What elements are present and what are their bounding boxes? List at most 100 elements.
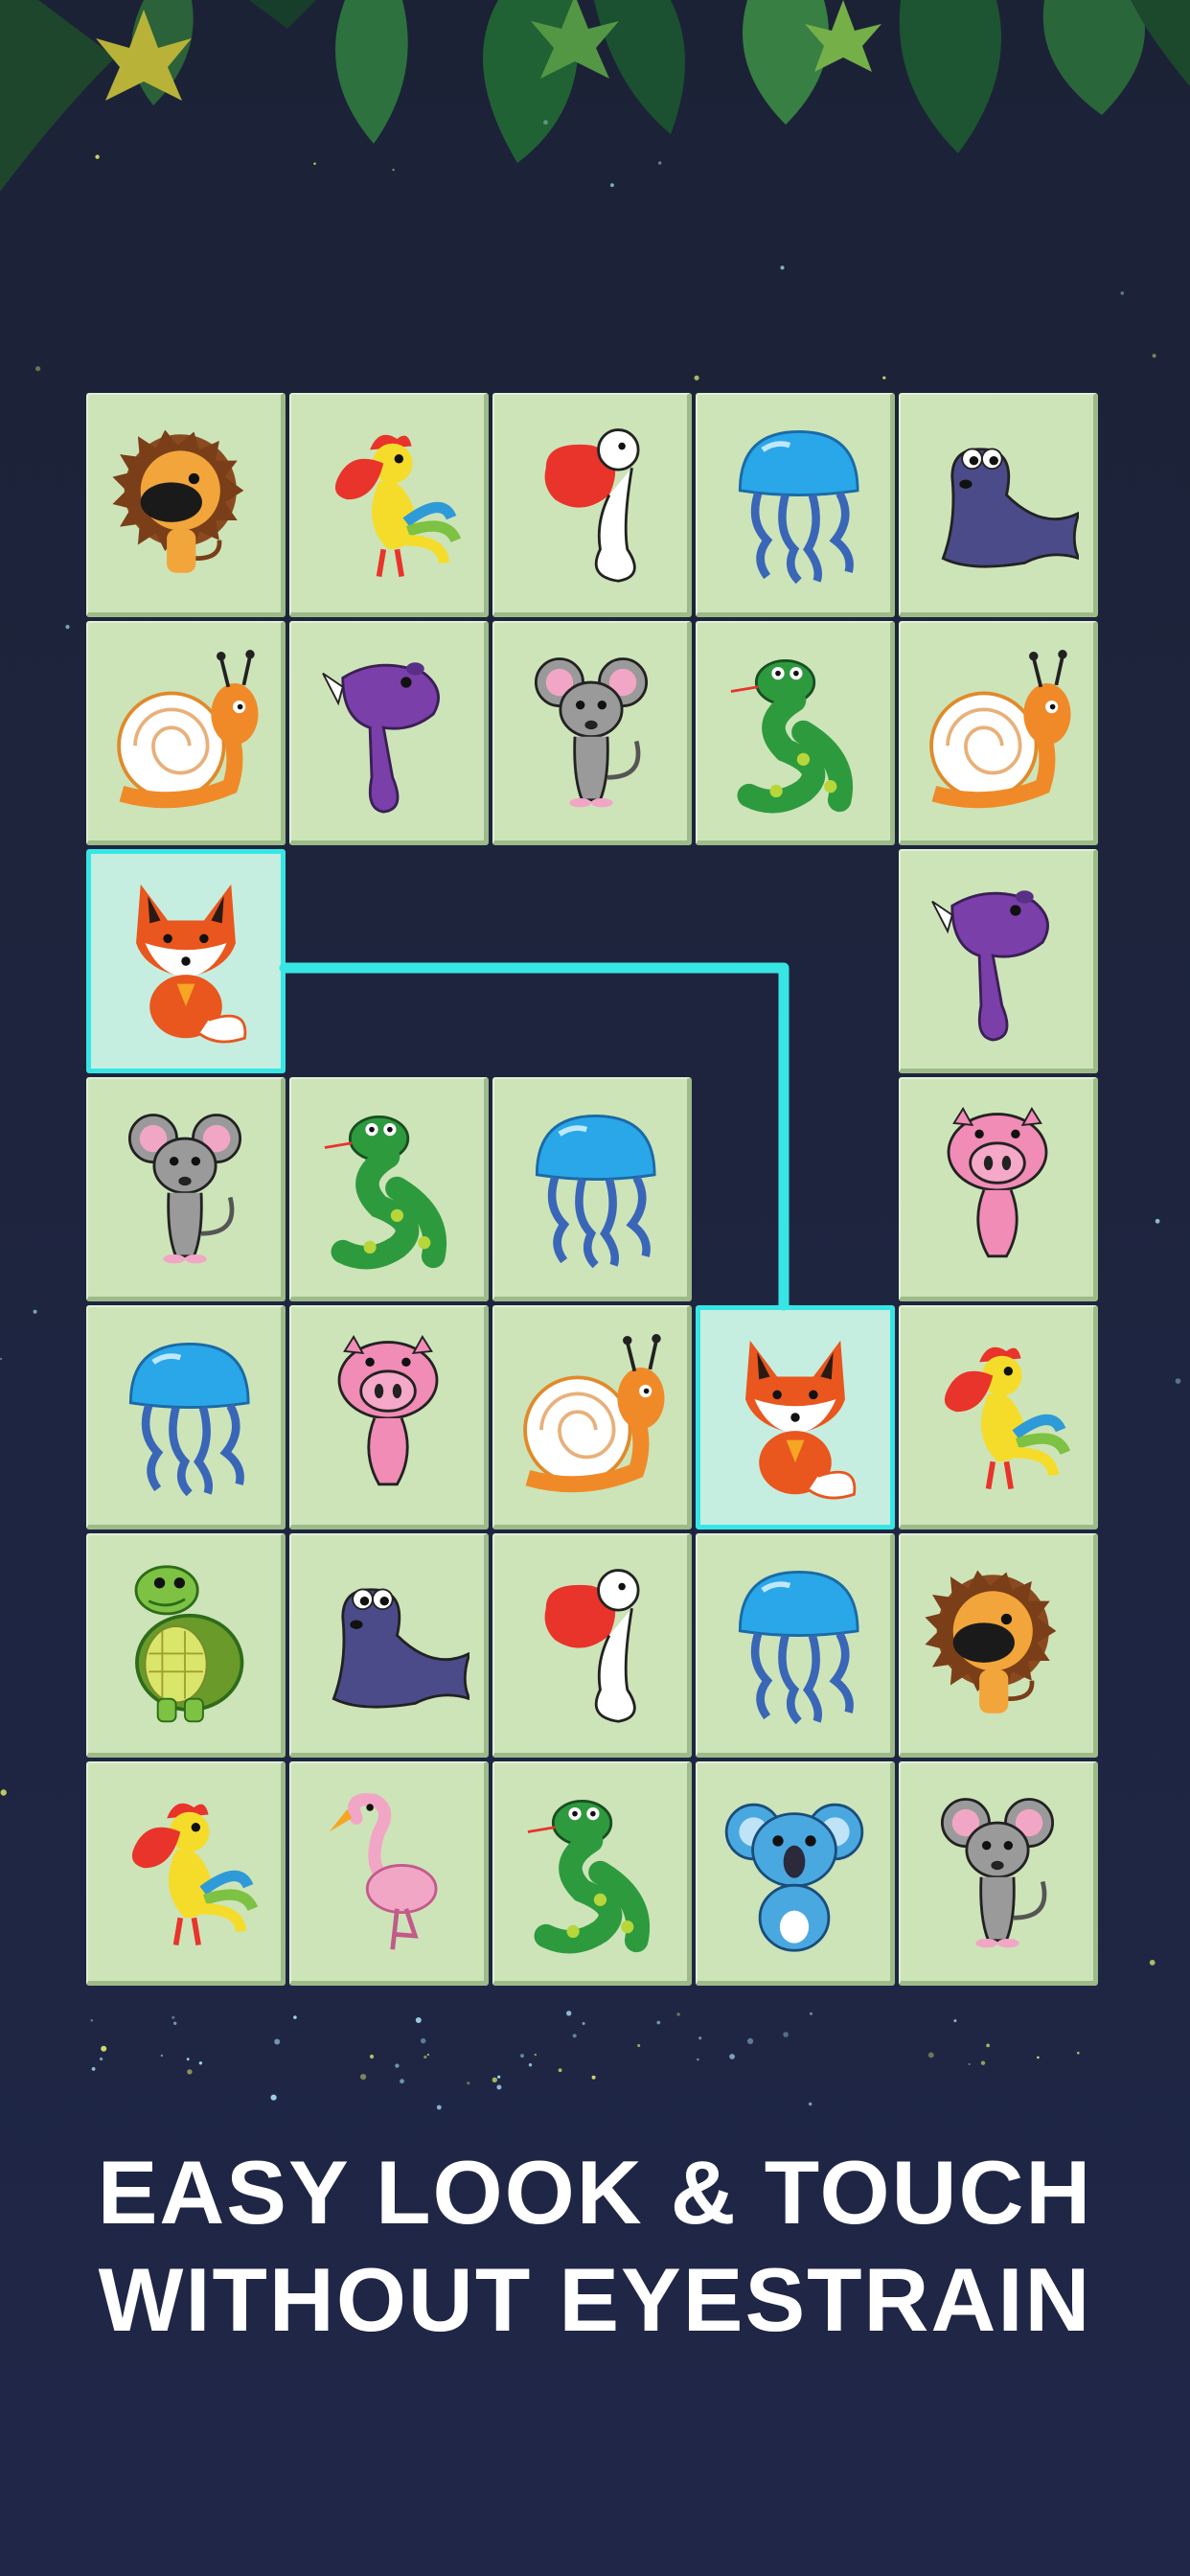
star xyxy=(423,2055,427,2059)
seal-icon xyxy=(332,1587,469,1709)
tile-jellyfish[interactable] xyxy=(696,393,895,617)
tile-mouse[interactable] xyxy=(492,621,692,845)
tile-lion[interactable] xyxy=(86,393,286,617)
star xyxy=(0,1789,7,1796)
tile-snail[interactable] xyxy=(492,1305,692,1530)
star xyxy=(528,2063,533,2067)
star xyxy=(0,1357,3,1361)
snail-icon xyxy=(116,649,258,808)
star xyxy=(927,2052,934,2058)
star xyxy=(369,2054,375,2059)
rooster-icon xyxy=(334,434,461,577)
star xyxy=(33,1309,37,1314)
tile-lion[interactable] xyxy=(899,1533,1098,1758)
mouse-icon xyxy=(940,1797,1054,1947)
star xyxy=(1155,1218,1160,1224)
tile-koala[interactable] xyxy=(696,1761,895,1986)
star xyxy=(968,2062,971,2066)
tile-rooster[interactable] xyxy=(86,1761,286,1986)
tile-pig[interactable] xyxy=(899,1077,1098,1301)
star xyxy=(35,366,41,372)
star xyxy=(172,2015,175,2019)
star xyxy=(187,2069,193,2075)
tile-seal[interactable] xyxy=(289,1533,489,1758)
mouse-icon xyxy=(127,1113,241,1263)
star xyxy=(198,2061,203,2065)
headline-line-2: WITHOUT EYESTRAIN xyxy=(98,2249,1092,2350)
tile-flamingo[interactable] xyxy=(289,1761,489,1986)
star xyxy=(65,625,70,630)
rooster-icon xyxy=(944,1346,1070,1489)
tile-rooster[interactable] xyxy=(899,1305,1098,1530)
pelican-icon xyxy=(544,427,640,583)
star xyxy=(415,2017,422,2023)
tile-jellyfish[interactable] xyxy=(492,1077,692,1301)
star xyxy=(980,2060,986,2065)
star xyxy=(100,2057,103,2061)
star xyxy=(656,2020,661,2025)
tile-pelican[interactable] xyxy=(492,393,692,617)
tile-pig[interactable] xyxy=(289,1305,489,1530)
rooster-icon xyxy=(131,1803,258,1945)
snail-icon xyxy=(522,1333,664,1492)
tile-snake[interactable] xyxy=(492,1761,692,1986)
star xyxy=(421,2037,426,2044)
tile-jellyfish[interactable] xyxy=(696,1533,895,1758)
tile-turtle[interactable] xyxy=(86,1533,286,1758)
tile-rhino[interactable] xyxy=(289,621,489,845)
star xyxy=(747,2037,754,2044)
star xyxy=(274,2038,281,2045)
star xyxy=(395,2063,400,2068)
star xyxy=(676,2012,680,2016)
star xyxy=(160,2054,164,2058)
tile-mouse[interactable] xyxy=(86,1077,286,1301)
pig-icon xyxy=(337,1334,438,1485)
tile-rhino[interactable] xyxy=(899,849,1098,1073)
star xyxy=(1077,2051,1080,2055)
game-board xyxy=(86,393,1102,1993)
jungle-foliage xyxy=(0,0,1190,192)
star xyxy=(520,2054,524,2058)
star xyxy=(436,2104,442,2110)
star xyxy=(467,2082,470,2085)
star xyxy=(566,2011,572,2016)
star xyxy=(572,2034,577,2038)
tile-fox[interactable] xyxy=(696,1305,895,1530)
star xyxy=(186,2058,190,2061)
tile-snail[interactable] xyxy=(899,621,1098,845)
tile-rooster[interactable] xyxy=(289,393,489,617)
star xyxy=(1152,354,1156,358)
tile-snake[interactable] xyxy=(289,1077,489,1301)
tile-mouse[interactable] xyxy=(899,1761,1098,1986)
pig-icon xyxy=(947,1106,1047,1257)
star xyxy=(497,2075,501,2079)
star xyxy=(492,2077,497,2082)
tile-pelican[interactable] xyxy=(492,1533,692,1758)
star xyxy=(496,2084,502,2090)
star xyxy=(729,2054,735,2059)
tile-seal[interactable] xyxy=(899,393,1098,617)
star xyxy=(90,2019,94,2022)
star xyxy=(558,2068,562,2073)
turtle-icon xyxy=(134,1564,243,1722)
snake-icon xyxy=(730,658,853,813)
star xyxy=(101,2045,107,2052)
star xyxy=(591,2075,596,2080)
koala-icon xyxy=(724,1803,863,1952)
headline-line-1: EASY LOOK & TOUCH xyxy=(97,2142,1093,2242)
lion-icon xyxy=(924,1570,1056,1714)
tile-snake[interactable] xyxy=(696,621,895,845)
tile-jellyfish[interactable] xyxy=(86,1305,286,1530)
star xyxy=(986,2043,990,2048)
star xyxy=(91,2067,96,2071)
star xyxy=(582,2022,585,2025)
star xyxy=(698,2036,702,2040)
rhino-icon xyxy=(930,889,1049,1042)
tile-fox[interactable] xyxy=(86,849,286,1073)
tile-snail[interactable] xyxy=(86,621,286,845)
fox-icon xyxy=(745,1340,857,1500)
snake-icon xyxy=(527,1799,650,1953)
lion-icon xyxy=(111,429,243,573)
star xyxy=(1175,1378,1181,1384)
snake-icon xyxy=(324,1115,446,1269)
